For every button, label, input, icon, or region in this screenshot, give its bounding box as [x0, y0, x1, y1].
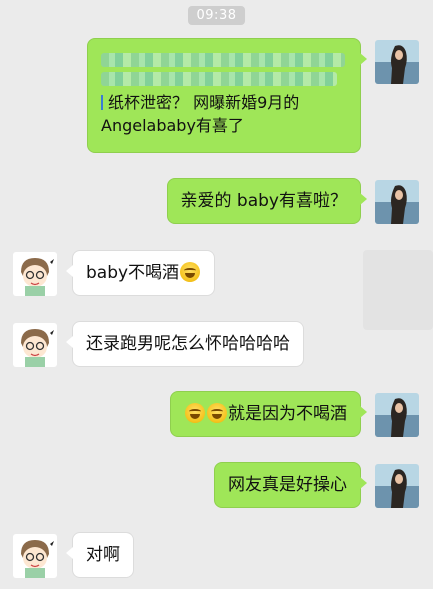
laugh-cry-emoji-icon — [207, 403, 227, 423]
message-text: baby不喝酒 — [86, 263, 180, 283]
message-timestamp: 09:38 — [187, 6, 246, 25]
message-text: 对啊 — [86, 545, 120, 565]
blurred-text — [101, 53, 345, 67]
other-avatar[interactable] — [13, 534, 57, 578]
message-text: 亲爱的 baby有喜啦？ — [180, 191, 347, 211]
self-avatar[interactable] — [375, 464, 419, 508]
self-avatar[interactable] — [375, 180, 419, 224]
quote-title: 纸杯泄密？ 网曝新婚9月的 — [108, 93, 300, 112]
message-text: 就是因为不喝酒 — [228, 404, 347, 424]
quote-title-cont: Angelababy有喜了 — [101, 116, 244, 135]
self-avatar[interactable] — [375, 40, 419, 84]
quote-bar-icon — [101, 95, 103, 110]
laugh-cry-emoji-icon — [180, 262, 201, 282]
incoming-bubble[interactable]: baby不喝酒 — [65, 250, 216, 296]
message-text: 网友真是好操心 — [228, 475, 347, 495]
message-text: 还录跑男呢怎么怀哈哈哈哈 — [86, 334, 290, 354]
self-avatar[interactable] — [375, 393, 419, 437]
background-panel — [363, 250, 433, 330]
outgoing-bubble[interactable]: 纸杯泄密？ 网曝新婚9月的 Angelababy有喜了 — [87, 38, 367, 153]
outgoing-bubble[interactable]: 亲爱的 baby有喜啦？ — [166, 178, 368, 224]
quote-line: 纸杯泄密？ 网曝新婚9月的 — [101, 91, 347, 114]
laugh-cry-emoji-icon — [185, 403, 205, 423]
chat-window[interactable]: 09:38 纸杯泄密？ 网曝新婚9月的 Angelababy有喜了 亲爱的 ba… — [0, 0, 433, 589]
other-avatar[interactable] — [13, 252, 57, 296]
incoming-bubble[interactable]: 还录跑男呢怎么怀哈哈哈哈 — [66, 321, 304, 367]
other-avatar[interactable] — [13, 323, 57, 367]
incoming-bubble[interactable]: 对啊 — [66, 532, 134, 578]
blurred-text — [101, 72, 337, 86]
outgoing-bubble[interactable]: 就是因为不喝酒 — [170, 391, 367, 437]
outgoing-bubble[interactable]: 网友真是好操心 — [214, 462, 367, 508]
